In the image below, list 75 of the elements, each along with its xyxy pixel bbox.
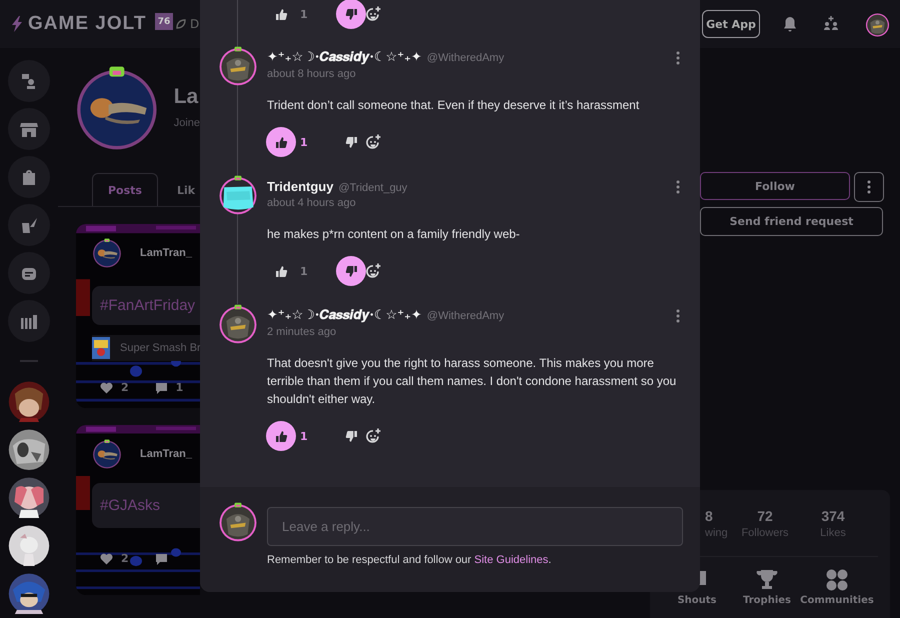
- get-app-button[interactable]: Get App: [702, 10, 760, 38]
- sidebar-button[interactable]: [8, 108, 50, 150]
- comment-text: That doesn't give you the right to harass someone. This makes you more terrible than them if you call them names. I don't condone harassment so you shouldn't either way.: [267, 355, 678, 408]
- sidebar-button[interactable]: [8, 252, 50, 294]
- sidebar-button[interactable]: [8, 204, 50, 246]
- section-tab[interactable]: Communities: [802, 569, 872, 606]
- more-button[interactable]: [854, 172, 884, 202]
- stat-label: wing: [705, 527, 728, 539]
- thumbs-up-icon: [274, 136, 288, 148]
- stat-value: 72: [757, 508, 773, 524]
- profile-tab[interactable]: Lik: [164, 173, 200, 206]
- dislike-button[interactable]: [336, 0, 366, 29]
- thumbs-up-icon: [274, 430, 288, 442]
- site-guidelines-link[interactable]: Site Guidelines: [474, 554, 548, 566]
- guidelines-note: Remember to be respectful and follow our Site Guidelines.: [267, 554, 552, 566]
- add-reaction-icon[interactable]: [366, 263, 382, 279]
- bell-icon[interactable]: [783, 16, 797, 32]
- lightning-icon: [10, 16, 24, 32]
- follow-button[interactable]: Follow: [700, 172, 850, 200]
- friends-icon[interactable]: [823, 16, 839, 32]
- communities-icon: [826, 569, 848, 591]
- comment-time: 2 minutes ago: [267, 326, 338, 340]
- store-icon: [20, 120, 38, 138]
- kebab-icon: [676, 180, 680, 194]
- thumbs-down-icon: [344, 430, 358, 442]
- nav-link[interactable]: D: [190, 17, 200, 31]
- library-icon: [20, 312, 38, 330]
- reply-field[interactable]: Leave a reply...: [267, 507, 683, 546]
- stat-value: 8: [705, 508, 713, 524]
- comment-author[interactable]: ✦⁺₊☆☽·𝑪𝒂𝒔𝒔𝒊𝒅𝒚·☾☆⁺₊✦: [267, 50, 422, 65]
- friend-request-button[interactable]: Send friend request: [700, 207, 883, 236]
- comment-author[interactable]: ✦⁺₊☆☽·𝑪𝒂𝒔𝒔𝒊𝒅𝒚·☾☆⁺₊✦: [267, 308, 422, 323]
- like-count: 1: [300, 136, 309, 148]
- kebab-icon: [676, 308, 680, 322]
- dislike-button[interactable]: [336, 256, 366, 286]
- quill-icon: [20, 216, 38, 234]
- sidebar-button[interactable]: [8, 300, 50, 342]
- like-count: 1: [300, 8, 309, 20]
- leaf-icon: [176, 19, 186, 29]
- profile-name: La: [174, 85, 200, 109]
- thumbs-up-icon: [274, 264, 288, 278]
- joined-date: Joine: [174, 117, 200, 129]
- trophy-icon: [756, 569, 778, 591]
- comment-handle[interactable]: @Trident_guy: [338, 182, 408, 194]
- thumbs-down-icon: [344, 264, 358, 278]
- like-button[interactable]: [266, 421, 296, 451]
- stat-label: Followers: [741, 527, 789, 539]
- like-count: 1: [300, 430, 309, 442]
- section-tab[interactable]: Trophies: [732, 569, 802, 606]
- add-reaction-icon[interactable]: [366, 428, 382, 444]
- thumbs-up-icon: [274, 8, 288, 20]
- stat-value: 374: [821, 508, 845, 524]
- profile-chat-icon: [20, 72, 38, 90]
- comment-text: Trident don’t call someone that. Even if they deserve it it’s harassment: [267, 97, 640, 114]
- thumbs-down-icon: [344, 8, 358, 20]
- add-reaction-icon[interactable]: [366, 6, 382, 22]
- comment-handle[interactable]: @WitheredAmy: [426, 52, 504, 64]
- notification-badge: 76: [155, 13, 173, 30]
- comment-time: about 8 hours ago: [267, 68, 357, 82]
- comment-handle[interactable]: @WitheredAmy: [426, 310, 504, 322]
- profile-tab[interactable]: Posts: [92, 173, 158, 206]
- logo[interactable]: GAME JOLT: [28, 13, 146, 35]
- like-button[interactable]: [266, 127, 296, 157]
- like-count: 1: [300, 264, 309, 278]
- comment-time: about 4 hours ago: [267, 197, 357, 211]
- add-reaction-icon[interactable]: [366, 134, 382, 150]
- sidebar-button[interactable]: [8, 60, 50, 102]
- kebab-icon: [676, 50, 680, 64]
- thumbs-down-icon: [344, 136, 358, 148]
- comment-author[interactable]: Tridentguy: [267, 179, 334, 194]
- bag-icon: [20, 168, 38, 186]
- stat-label: Likes: [820, 527, 846, 539]
- comment-text: he makes p*rn content on a family friendly web-: [267, 226, 521, 243]
- sidebar-button[interactable]: [8, 156, 50, 198]
- kebab-icon: [867, 180, 871, 194]
